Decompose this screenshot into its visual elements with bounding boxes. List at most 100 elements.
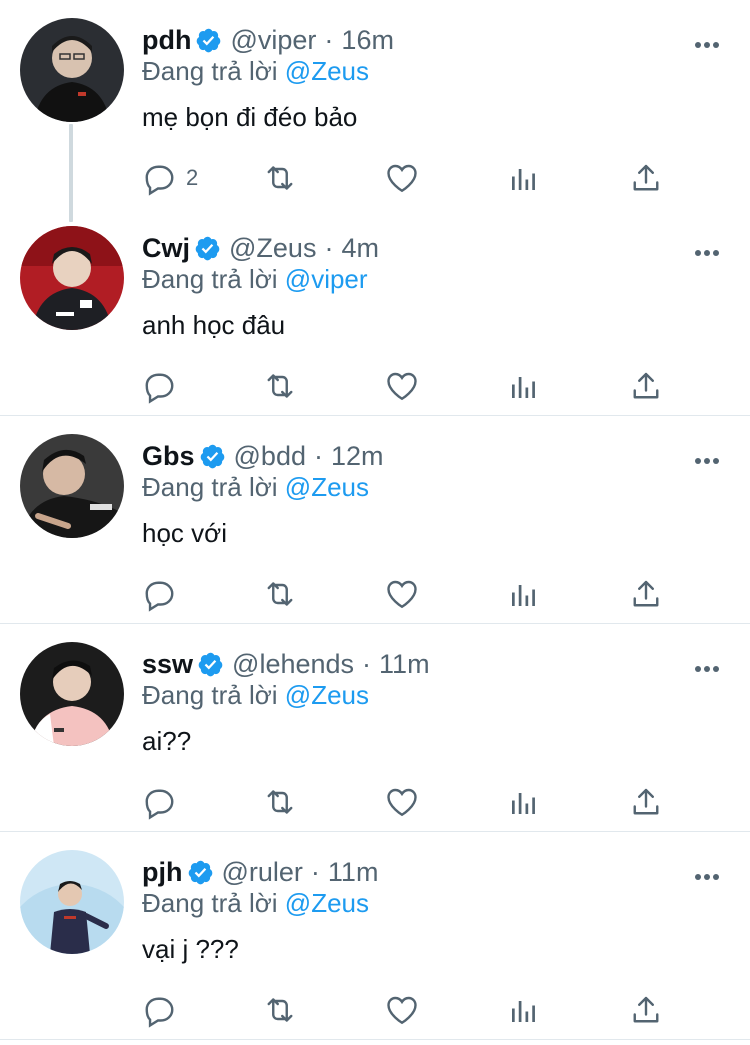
like-icon bbox=[384, 992, 420, 1028]
timestamp[interactable]: 11m bbox=[379, 649, 430, 680]
share-icon bbox=[628, 368, 664, 404]
avatar[interactable] bbox=[20, 642, 124, 746]
tweet-header: pdh @viper · 16m bbox=[142, 22, 394, 58]
retweet-button[interactable] bbox=[262, 576, 298, 612]
like-button[interactable] bbox=[384, 576, 420, 612]
handle[interactable]: @ruler bbox=[222, 857, 303, 888]
tweet-header: ssw @lehends · 11m bbox=[142, 646, 430, 682]
reply-button[interactable] bbox=[140, 992, 186, 1028]
tweet[interactable]: Cwj @Zeus · 4m Đang trả lời @viper anh h… bbox=[0, 208, 750, 416]
avatar[interactable] bbox=[20, 850, 124, 954]
reply-icon bbox=[140, 576, 176, 612]
tweet-text: học với bbox=[142, 518, 227, 548]
share-button[interactable] bbox=[628, 160, 664, 196]
reply-button[interactable] bbox=[140, 368, 186, 404]
mention-link[interactable]: @Zeus bbox=[285, 56, 369, 86]
analytics-icon bbox=[506, 992, 542, 1028]
retweet-button[interactable] bbox=[262, 784, 298, 820]
more-options-icon[interactable] bbox=[694, 244, 720, 256]
timestamp[interactable]: 12m bbox=[331, 441, 384, 472]
more-options-icon[interactable] bbox=[694, 452, 720, 464]
share-button[interactable] bbox=[628, 576, 664, 612]
action-bar: 2 bbox=[140, 160, 670, 196]
separator: · bbox=[362, 648, 372, 679]
verified-badge-icon bbox=[195, 27, 222, 54]
reply-count: 2 bbox=[186, 165, 199, 190]
like-button[interactable] bbox=[384, 992, 420, 1028]
separator: · bbox=[313, 440, 323, 471]
mention-link[interactable]: @Zeus bbox=[285, 472, 369, 502]
like-button[interactable] bbox=[384, 784, 420, 820]
share-icon bbox=[628, 784, 664, 820]
tweet[interactable]: ssw @lehends · 11m Đang trả lời @Zeus ai… bbox=[0, 624, 750, 832]
analytics-button[interactable] bbox=[506, 992, 542, 1028]
display-name[interactable]: Cwj bbox=[142, 233, 190, 264]
tweet[interactable]: pdh @viper · 16m Đang trả lời @Zeus mẹ b… bbox=[0, 0, 750, 222]
share-button[interactable] bbox=[628, 992, 664, 1028]
display-name[interactable]: pdh bbox=[142, 25, 191, 56]
tweet-header: pjh @ruler · 11m bbox=[142, 854, 378, 890]
replying-to: Đang trả lời @Zeus bbox=[142, 680, 369, 711]
timestamp[interactable]: 16m bbox=[341, 25, 394, 56]
verified-badge-icon bbox=[187, 859, 214, 886]
retweet-button[interactable] bbox=[262, 160, 298, 196]
display-name[interactable]: ssw bbox=[142, 649, 193, 680]
reply-thread: pdh @viper · 16m Đang trả lời @Zeus mẹ b… bbox=[0, 0, 750, 1040]
retweet-button[interactable] bbox=[262, 992, 298, 1028]
share-icon bbox=[628, 576, 664, 612]
retweet-icon bbox=[262, 160, 298, 196]
replying-to-label: Đang trả lời bbox=[142, 680, 278, 710]
handle[interactable]: @viper bbox=[230, 25, 316, 56]
more-options-icon[interactable] bbox=[694, 36, 720, 48]
replying-to-label: Đang trả lời bbox=[142, 56, 278, 86]
more-options-icon[interactable] bbox=[694, 868, 720, 880]
tweet-header: Gbs @bdd · 12m bbox=[142, 438, 384, 474]
like-icon bbox=[384, 784, 420, 820]
analytics-button[interactable] bbox=[506, 576, 542, 612]
replying-to-label: Đang trả lời bbox=[142, 472, 278, 502]
retweet-button[interactable] bbox=[262, 368, 298, 404]
handle[interactable]: @bdd bbox=[234, 441, 306, 472]
display-name[interactable]: pjh bbox=[142, 857, 183, 888]
share-button[interactable] bbox=[628, 368, 664, 404]
retweet-icon bbox=[262, 784, 298, 820]
like-icon bbox=[384, 576, 420, 612]
analytics-button[interactable] bbox=[506, 784, 542, 820]
timestamp[interactable]: 11m bbox=[328, 857, 379, 888]
reply-button[interactable] bbox=[140, 576, 186, 612]
replying-to: Đang trả lời @Zeus bbox=[142, 888, 369, 919]
analytics-icon bbox=[506, 784, 542, 820]
analytics-icon bbox=[506, 368, 542, 404]
tweet-text: anh học đâu bbox=[142, 310, 286, 340]
tweet-header: Cwj @Zeus · 4m bbox=[142, 230, 379, 266]
tweet[interactable]: Gbs @bdd · 12m Đang trả lời @Zeus học vớ… bbox=[0, 416, 750, 624]
avatar[interactable] bbox=[20, 226, 124, 330]
reply-button[interactable] bbox=[140, 784, 186, 820]
handle[interactable]: @lehends bbox=[232, 649, 354, 680]
analytics-button[interactable] bbox=[506, 368, 542, 404]
share-button[interactable] bbox=[628, 784, 664, 820]
tweet[interactable]: pjh @ruler · 11m Đang trả lời @Zeus vại … bbox=[0, 832, 750, 1040]
timestamp[interactable]: 4m bbox=[341, 233, 379, 264]
tweet-text: vại j ??? bbox=[142, 934, 239, 964]
separator: · bbox=[324, 24, 334, 55]
reply-button[interactable]: 2 bbox=[140, 160, 198, 196]
mention-link[interactable]: @viper bbox=[285, 264, 368, 294]
avatar[interactable] bbox=[20, 18, 124, 122]
avatar[interactable] bbox=[20, 434, 124, 538]
analytics-button[interactable] bbox=[506, 160, 542, 196]
mention-link[interactable]: @Zeus bbox=[285, 680, 369, 710]
tweet-text: mẹ bọn đi đéo bảo bbox=[142, 102, 358, 132]
more-options-icon[interactable] bbox=[694, 660, 720, 672]
mention-link[interactable]: @Zeus bbox=[285, 888, 369, 918]
retweet-icon bbox=[262, 992, 298, 1028]
display-name[interactable]: Gbs bbox=[142, 441, 195, 472]
action-bar bbox=[140, 784, 670, 820]
action-bar bbox=[140, 368, 670, 404]
retweet-icon bbox=[262, 368, 298, 404]
like-button[interactable] bbox=[384, 160, 420, 196]
handle[interactable]: @Zeus bbox=[229, 233, 316, 264]
reply-icon bbox=[140, 368, 176, 404]
like-button[interactable] bbox=[384, 368, 420, 404]
analytics-icon bbox=[506, 576, 542, 612]
